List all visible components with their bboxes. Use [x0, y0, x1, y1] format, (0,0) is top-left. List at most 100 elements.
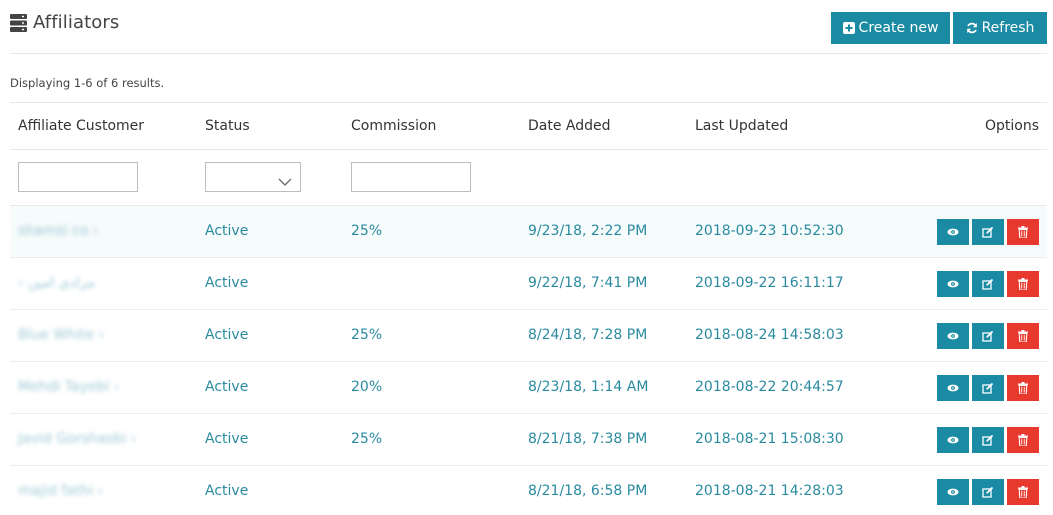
delete-button[interactable]	[1007, 271, 1039, 297]
chevron-down-icon	[278, 172, 292, 186]
date-added-cell: 9/23/18, 2:22 PM	[528, 223, 648, 239]
edit-button[interactable]	[972, 427, 1004, 453]
last-updated-cell: 2018-08-24 14:58:03	[695, 327, 844, 343]
date-added-cell: 8/21/18, 7:38 PM	[528, 431, 648, 447]
delete-button[interactable]	[1007, 427, 1039, 453]
affiliate-customer-link[interactable]: shamsi co ›	[18, 223, 98, 239]
status-cell: Active	[205, 431, 249, 447]
trash-icon	[1018, 278, 1028, 290]
affiliators-table: Affiliate Customer Status Commission Dat…	[10, 102, 1047, 515]
edit-button[interactable]	[972, 479, 1004, 505]
view-button[interactable]	[937, 323, 969, 349]
status-cell: Active	[205, 275, 249, 291]
row-actions	[937, 479, 1039, 505]
status-cell: Active	[205, 327, 249, 343]
edit-icon	[982, 278, 994, 290]
affiliate-customer-link[interactable]: majid fathi ›	[18, 483, 103, 499]
delete-button[interactable]	[1007, 375, 1039, 401]
view-button[interactable]	[937, 271, 969, 297]
title-wrap: Affiliators	[10, 12, 119, 33]
refresh-icon	[966, 22, 978, 34]
last-updated-cell: 2018-09-22 16:11:17	[695, 275, 844, 291]
affiliate-customer-link[interactable]: › مرادی امین	[18, 275, 95, 291]
page-header: Affiliators Create new Refresh	[10, 0, 1047, 54]
commission-cell: 25%	[351, 223, 383, 239]
edit-button[interactable]	[972, 375, 1004, 401]
status-cell: Active	[205, 223, 249, 239]
trash-icon	[1018, 226, 1028, 238]
status-cell: Active	[205, 483, 249, 499]
row-actions	[937, 219, 1039, 245]
date-added-cell: 9/22/18, 7:41 PM	[528, 275, 648, 291]
edit-button[interactable]	[972, 323, 1004, 349]
table-row: Blue White › Active 25% 8/24/18, 7:28 PM…	[10, 310, 1047, 362]
table-header: Affiliate Customer Status Commission Dat…	[10, 103, 1047, 150]
row-actions	[937, 375, 1039, 401]
col-options: Options	[984, 118, 1039, 134]
table-row: › مرادی امین Active 9/22/18, 7:41 PM 201…	[10, 258, 1047, 310]
table-row: Mehdi Tayebi › Active 20% 8/23/18, 1:14 …	[10, 362, 1047, 414]
commission-cell: 25%	[351, 431, 383, 447]
last-updated-cell: 2018-09-23 10:52:30	[695, 223, 844, 239]
col-date-added[interactable]: Date Added	[528, 118, 611, 134]
col-last-updated[interactable]: Last Updated	[695, 118, 788, 134]
date-added-cell: 8/23/18, 1:14 AM	[528, 379, 649, 395]
affiliators-page: Affiliators Create new Refresh Displayin…	[0, 0, 1053, 515]
date-added-cell: 8/21/18, 6:58 PM	[528, 483, 648, 499]
row-actions	[937, 271, 1039, 297]
eye-icon	[947, 488, 959, 496]
customer-filter-input[interactable]	[18, 162, 138, 192]
table-body: shamsi co › Active 25% 9/23/18, 2:22 PM …	[10, 206, 1047, 515]
delete-button[interactable]	[1007, 479, 1039, 505]
view-button[interactable]	[937, 375, 969, 401]
date-added-cell: 8/24/18, 7:28 PM	[528, 327, 648, 343]
server-list-icon	[10, 13, 27, 32]
view-button[interactable]	[937, 427, 969, 453]
edit-icon	[982, 434, 994, 446]
delete-button[interactable]	[1007, 219, 1039, 245]
row-actions	[937, 427, 1039, 453]
delete-button[interactable]	[1007, 323, 1039, 349]
eye-icon	[947, 280, 959, 288]
edit-icon	[982, 226, 994, 238]
view-button[interactable]	[937, 219, 969, 245]
col-status[interactable]: Status	[205, 118, 250, 134]
page-title: Affiliators	[33, 12, 120, 33]
status-filter-select[interactable]	[205, 162, 301, 192]
table-row: majid fathi › Active 8/21/18, 6:58 PM 20…	[10, 466, 1047, 515]
last-updated-cell: 2018-08-21 15:08:30	[695, 431, 844, 447]
commission-cell: 20%	[351, 379, 383, 395]
commission-filter-input[interactable]	[351, 162, 471, 192]
view-button[interactable]	[937, 479, 969, 505]
edit-icon	[982, 382, 994, 394]
edit-button[interactable]	[972, 271, 1004, 297]
trash-icon	[1018, 434, 1028, 446]
eye-icon	[947, 228, 959, 236]
plus-square-icon	[842, 22, 855, 34]
results-summary: Displaying 1-6 of 6 results.	[10, 76, 165, 90]
trash-icon	[1018, 330, 1028, 342]
eye-icon	[947, 332, 959, 340]
affiliate-customer-link[interactable]: Mehdi Tayebi ›	[18, 379, 119, 395]
last-updated-cell: 2018-08-21 14:28:03	[695, 483, 844, 499]
edit-button[interactable]	[972, 219, 1004, 245]
edit-icon	[982, 330, 994, 342]
trash-icon	[1018, 486, 1028, 498]
last-updated-cell: 2018-08-22 20:44:57	[695, 379, 844, 395]
col-commission[interactable]: Commission	[351, 118, 436, 134]
eye-icon	[947, 384, 959, 392]
affiliate-customer-link[interactable]: Javid Gorshasbi ›	[18, 431, 136, 447]
trash-icon	[1018, 382, 1028, 394]
refresh-label: Refresh	[981, 20, 1035, 36]
edit-icon	[982, 486, 994, 498]
row-actions	[937, 323, 1039, 349]
commission-cell: 25%	[351, 327, 383, 343]
create-new-label: Create new	[858, 20, 939, 36]
create-new-button[interactable]: Create new	[831, 12, 950, 44]
eye-icon	[947, 436, 959, 444]
affiliate-customer-link[interactable]: Blue White ›	[18, 327, 104, 343]
table-row: Javid Gorshasbi › Active 25% 8/21/18, 7:…	[10, 414, 1047, 466]
col-affiliate-customer[interactable]: Affiliate Customer	[18, 118, 144, 134]
filter-row	[10, 150, 1047, 206]
refresh-button[interactable]: Refresh	[953, 12, 1047, 44]
